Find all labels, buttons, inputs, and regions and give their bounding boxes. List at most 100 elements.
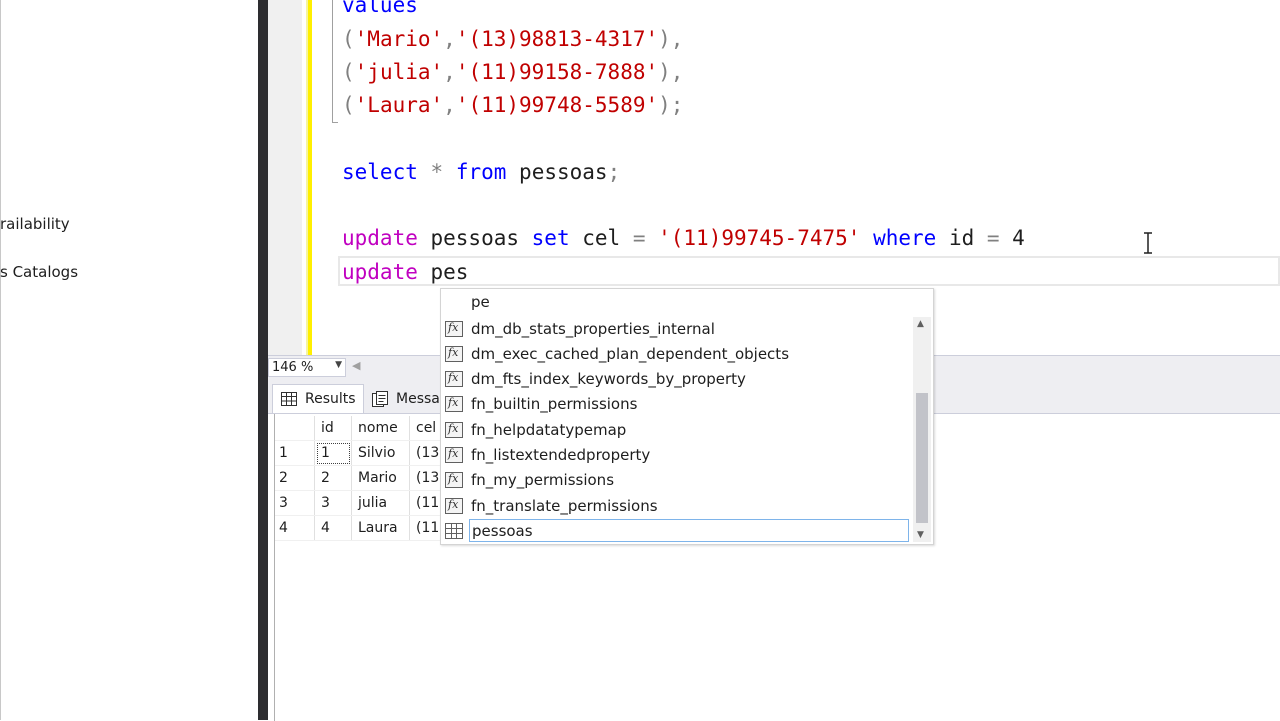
completion-item[interactable]: fx fn_builtin_permissions <box>443 392 915 417</box>
tab-results[interactable]: Results <box>272 384 364 413</box>
completion-item-label: dm_exec_cached_plan_dependent_objects <box>471 344 790 363</box>
code-token: ), <box>658 27 684 51</box>
tab-messages-label: Messa <box>396 390 440 407</box>
completion-item[interactable]: fx dm_fts_index_keywords_by_property <box>443 367 915 392</box>
cell-id[interactable]: 4 <box>314 515 352 541</box>
table-row[interactable]: 4 4 Laura (11 <box>275 515 447 541</box>
results-grid[interactable]: id nome cel 1 1 Silvio (13 2 2 Mario (13… <box>275 416 447 541</box>
function-icon: fx <box>445 421 463 438</box>
code-line[interactable]: ('julia','(11)99158-7888'), <box>342 60 683 84</box>
row-number[interactable]: 2 <box>275 465 315 491</box>
code-token: , <box>443 93 456 117</box>
intellisense-popup[interactable]: pe fx dm_db_stats_properties_internal fx dm… <box>440 288 934 545</box>
completion-item[interactable]: pessoas <box>443 518 915 543</box>
row-number[interactable]: 1 <box>275 440 315 466</box>
string-token: 'julia' <box>354 60 444 84</box>
code-token: = <box>632 226 646 250</box>
keyword-token: set <box>531 226 570 250</box>
row-number[interactable]: 3 <box>275 490 315 516</box>
completion-item-label: fn_helpdatatypemap <box>471 420 627 439</box>
function-icon: fx <box>445 320 463 337</box>
string-token: '(11)99748-5589' <box>455 93 659 117</box>
completion-item-label: fn_builtin_permissions <box>471 395 638 414</box>
tree-item-availability[interactable]: railability <box>0 215 70 233</box>
completion-item[interactable]: fx dm_db_stats_properties_internal <box>443 316 915 341</box>
indicator-margin <box>268 0 302 355</box>
completion-item-label: fn_listextendedproperty <box>471 446 651 464</box>
cell-nome[interactable]: Silvio <box>351 440 410 466</box>
grid-icon <box>281 392 297 406</box>
fx-glyph: fx <box>448 421 459 435</box>
keyword-token: select <box>342 160 418 184</box>
zoom-value: 146 % <box>272 360 314 375</box>
zoom-dropdown[interactable]: 146 % ▼ <box>268 358 346 377</box>
messages-icon <box>372 390 388 407</box>
keyword-token: where <box>873 226 937 250</box>
tab-results-label: Results <box>305 391 356 407</box>
function-icon: fx <box>445 396 463 413</box>
code-token: * <box>430 160 444 184</box>
completion-item-label: dm_db_stats_properties_internal <box>471 319 715 338</box>
function-icon: fx <box>445 371 463 388</box>
string-token: '(13)98813-4317' <box>455 27 659 51</box>
keyword-token: update <box>342 260 418 284</box>
string-token: '(11)99745-7475' <box>658 226 861 250</box>
ibeam-cursor-icon <box>1144 232 1152 254</box>
cell-id[interactable]: 3 <box>314 490 352 516</box>
keyword-token: from <box>455 160 507 184</box>
code-token: pessoas <box>506 160 608 184</box>
column-header-id[interactable]: id <box>314 416 352 441</box>
code-token: ( <box>342 27 355 51</box>
fx-glyph: fx <box>448 345 459 359</box>
code-token: ( <box>342 93 355 117</box>
cell-id[interactable]: 2 <box>314 465 352 491</box>
code-line[interactable]: ('Mario','(13)98813-4317'), <box>342 27 683 51</box>
completion-item-label: fn_my_permissions <box>471 471 615 490</box>
table-row[interactable]: 3 3 julia (11 <box>275 490 447 516</box>
code-line[interactable]: update pessoas set cel = '(11)99745-7475… <box>342 226 1025 250</box>
completion-item[interactable]: fx fn_helpdatatypemap <box>443 417 915 442</box>
completion-scrollbar[interactable]: ▲ ▼ <box>913 317 931 542</box>
function-icon: fx <box>445 447 463 463</box>
code-line[interactable]: ('Laura','(11)99748-5589'); <box>342 93 683 117</box>
fx-glyph: fx <box>448 396 459 410</box>
scrollbar-thumb[interactable] <box>916 393 928 523</box>
table-row[interactable]: 1 1 Silvio (13 <box>275 440 447 466</box>
code-line[interactable]: select * from pessoas; <box>342 160 620 184</box>
row-number[interactable]: 4 <box>275 515 315 541</box>
scroll-down-arrow-icon[interactable]: ▼ <box>917 530 924 540</box>
string-token: '(11)99158-7888' <box>455 60 659 84</box>
completion-item[interactable]: fx fn_my_permissions <box>443 468 915 493</box>
code-line[interactable]: values <box>342 0 418 17</box>
column-header-nome[interactable]: nome <box>351 416 410 441</box>
cell-nome[interactable]: Laura <box>351 515 410 541</box>
scroll-up-arrow-icon[interactable]: ▲ <box>917 319 924 329</box>
completion-filter-text: pe <box>471 293 490 311</box>
scroll-left-arrow-icon[interactable]: ◀ <box>352 359 360 372</box>
cell-nome[interactable]: julia <box>351 490 410 516</box>
chevron-down-icon: ▼ <box>335 360 342 370</box>
table-icon <box>445 522 463 539</box>
fx-glyph: fx <box>448 447 459 460</box>
tree-item-catalogs[interactable]: s Catalogs <box>0 263 78 281</box>
code-line[interactable]: update pes <box>342 260 468 284</box>
cell-id[interactable]: 1 <box>314 440 352 466</box>
completion-item[interactable]: fx fn_translate_permissions <box>443 493 915 518</box>
code-token: pes <box>417 260 469 284</box>
code-token: , <box>443 60 456 84</box>
fx-glyph: fx <box>448 371 459 385</box>
outline-end-tick <box>332 122 338 123</box>
code-token: id <box>936 226 987 250</box>
code-token: , <box>443 27 456 51</box>
panel-splitter[interactable] <box>258 0 268 720</box>
cell-nome[interactable]: Mario <box>351 465 410 491</box>
completion-item[interactable]: fx fn_listextendedproperty <box>443 443 915 468</box>
column-header-rownum[interactable] <box>275 416 315 441</box>
grid-header-row: id nome cel <box>275 416 447 441</box>
completion-item[interactable]: fx dm_exec_cached_plan_dependent_objects <box>443 341 915 366</box>
table-row[interactable]: 2 2 Mario (13 <box>275 465 447 491</box>
function-icon: fx <box>445 345 463 362</box>
